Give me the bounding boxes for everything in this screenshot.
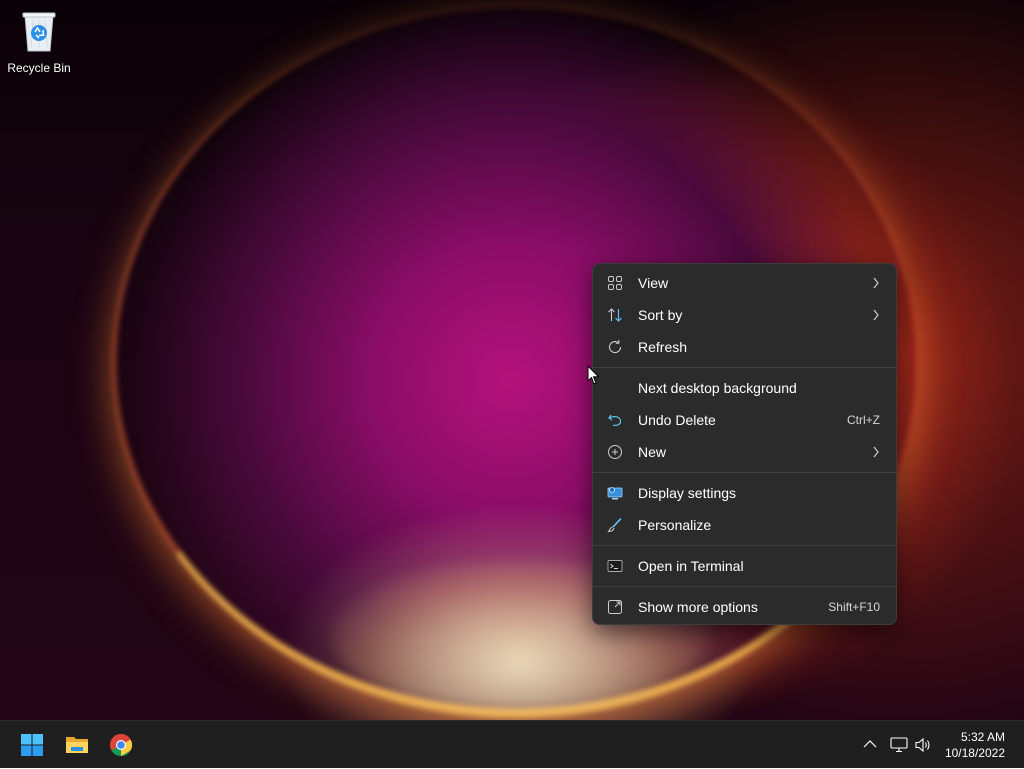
menu-separator <box>593 586 896 587</box>
menu-item-next-desktop-background[interactable]: Next desktop background <box>597 372 892 404</box>
menu-item-label: New <box>638 444 667 460</box>
chrome-icon <box>110 734 132 756</box>
menu-item-shortcut: Ctrl+Z <box>847 413 880 427</box>
view-grid-icon <box>608 276 622 290</box>
menu-item-label: Refresh <box>638 339 688 355</box>
terminal-icon <box>607 560 623 572</box>
file-explorer-icon <box>66 737 88 753</box>
volume-icon <box>915 737 930 753</box>
chevron-up-icon <box>863 740 877 748</box>
taskbar-clock[interactable]: 5:32 AM 10/18/2022 <box>945 729 1005 761</box>
menu-item-label: Undo Delete <box>638 412 716 428</box>
taskbar-chrome[interactable] <box>101 727 141 763</box>
undo-icon <box>608 414 622 426</box>
chevron-right-icon <box>873 309 879 321</box>
windows-start-icon <box>21 734 43 756</box>
menu-item-label: View <box>638 275 669 291</box>
chevron-right-icon <box>873 446 879 458</box>
more-options-icon <box>608 600 622 614</box>
recycle-bin-icon <box>22 12 56 52</box>
mouse-pointer-icon <box>587 365 600 385</box>
network-icon <box>890 737 908 753</box>
tray-overflow-button[interactable] <box>860 721 880 769</box>
menu-item-undo-delete[interactable]: Undo Delete Ctrl+Z <box>597 404 892 436</box>
menu-item-new[interactable]: New <box>597 436 892 468</box>
menu-item-label: Sort by <box>638 307 683 323</box>
menu-item-open-in-terminal[interactable]: Open in Terminal <box>597 550 892 582</box>
menu-item-view[interactable]: View <box>597 267 892 299</box>
menu-item-sort-by[interactable]: Sort by <box>597 299 892 331</box>
menu-item-label: Display settings <box>638 485 737 501</box>
menu-item-refresh[interactable]: Refresh <box>597 331 892 363</box>
menu-separator <box>593 545 896 546</box>
desktop-context-menu: View Sort by Refresh Next desktop backgr… <box>592 263 897 625</box>
menu-item-label: Personalize <box>638 517 712 533</box>
brush-icon <box>607 517 622 533</box>
chevron-right-icon <box>873 277 879 289</box>
tray-volume[interactable] <box>912 721 934 769</box>
sort-icon <box>608 308 622 322</box>
menu-item-personalize[interactable]: Personalize <box>597 509 892 541</box>
menu-item-label: Open in Terminal <box>638 558 744 574</box>
refresh-icon <box>608 340 622 354</box>
desktop-icon-label: Recycle Bin <box>7 61 71 75</box>
menu-item-display-settings[interactable]: Display settings <box>597 477 892 509</box>
display-settings-icon <box>607 487 623 500</box>
desktop-icon-recycle-bin[interactable]: Recycle Bin <box>6 6 72 76</box>
menu-item-label: Show more options <box>638 599 758 615</box>
menu-item-show-more-options[interactable]: Show more options Shift+F10 <box>597 591 892 623</box>
tray-network[interactable] <box>888 721 910 769</box>
menu-item-shortcut: Shift+F10 <box>828 600 880 614</box>
menu-separator <box>593 367 896 368</box>
clock-date: 10/18/2022 <box>944 746 1005 760</box>
taskbar-file-explorer[interactable] <box>57 727 97 763</box>
new-plus-icon <box>608 445 622 459</box>
desktop[interactable]: Recycle Bin View Sort by Refresh Next de… <box>0 0 1024 720</box>
clock-time: 5:32 AM <box>960 730 1005 744</box>
menu-item-label: Next desktop background <box>638 380 797 396</box>
start-button[interactable] <box>12 727 52 763</box>
taskbar: 5:32 AM 10/18/2022 <box>0 720 1024 768</box>
menu-separator <box>593 472 896 473</box>
